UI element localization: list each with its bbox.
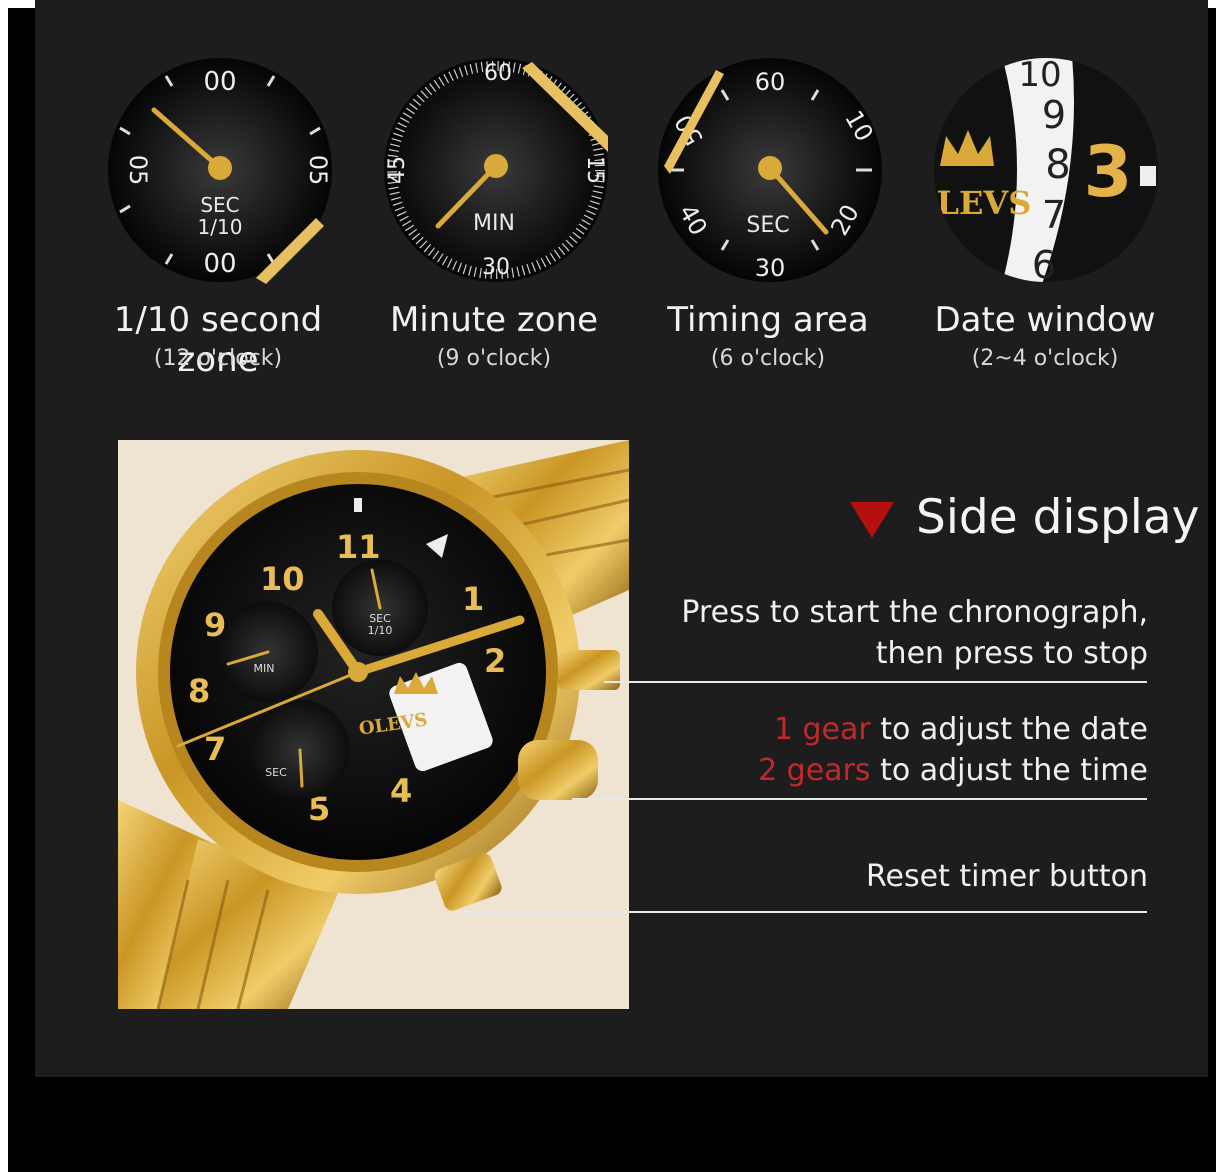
watch-sub-min: MIN — [254, 662, 275, 675]
crown-bottom-leader-line — [456, 911, 1147, 913]
dial2-min: MIN — [473, 211, 515, 236]
crown-mid-leader-line — [572, 798, 1147, 800]
watch-numeral-8: 8 — [188, 672, 210, 710]
crown-mid-gear2: 2 gears — [758, 753, 871, 788]
zone-sub-timing: (6 o'clock) — [710, 346, 826, 371]
date-num-9: 9 — [1042, 93, 1066, 137]
dial-minute: 60 15 30 45 MIN — [382, 56, 610, 284]
date-num-6: 6 — [1032, 243, 1056, 284]
date-num-8: 8 — [1045, 142, 1070, 188]
zone-sub-date: (2~4 o'clock) — [971, 346, 1119, 371]
watch-numeral-4: 4 — [390, 772, 412, 810]
brand-logo: OLEVS — [932, 184, 1031, 222]
dial1-tenth: 1/10 — [198, 215, 243, 239]
zone-title-date: Date window — [934, 300, 1156, 340]
zone-sub-minute: (9 o'clock) — [436, 346, 552, 371]
date-num-10: 10 — [1018, 56, 1061, 95]
dial3-label-30: 30 — [755, 254, 786, 282]
watch-photo: 10 11 1 2 3 4 5 7 8 9 SEC 1/10 MIN SEC — [118, 440, 629, 1009]
watch-numeral-11: 11 — [336, 528, 381, 566]
dial2-label-bottom: 30 — [482, 255, 510, 280]
zone-sub-tenth: (12 o'clock) — [153, 346, 283, 371]
dial1-label-bottom: 00 — [203, 249, 236, 279]
dial1-label-right: 05 — [304, 155, 332, 186]
dial1-sec: SEC — [200, 193, 239, 217]
watch-sub-tenth: 1/10 — [368, 624, 393, 637]
dial1-label-left: 05 — [124, 155, 152, 186]
crown-mid-line2-rest: to adjust the time — [870, 753, 1148, 788]
dial2-label-left: 45 — [385, 156, 410, 184]
dial-date: 10 9 8 7 6 3 OLEVS — [932, 56, 1160, 284]
crown-top-line2: then press to stop — [875, 636, 1148, 671]
dial-timing: 60 10 20 30 40 50 SEC — [656, 56, 884, 284]
date-num-7: 7 — [1042, 193, 1066, 237]
crown-mid-description: 1 gear to adjust the date 2 gears to adj… — [758, 709, 1148, 791]
side-display-heading: Side display — [850, 490, 1199, 545]
zone-title-minute: Minute zone — [389, 300, 599, 340]
side-display-title: Side display — [916, 490, 1200, 545]
watch-numeral-1: 1 — [462, 580, 484, 618]
crown-mid-gear1: 1 gear — [773, 712, 871, 747]
watch-numeral-2: 2 — [484, 642, 506, 680]
crown-mid-line1-rest: to adjust the date — [870, 712, 1148, 747]
crown-bottom-description: Reset timer button — [866, 859, 1148, 894]
dial3-sec: SEC — [746, 213, 789, 238]
watch-sub-sec2: SEC — [265, 766, 287, 779]
dial2-label-right: 15 — [582, 156, 607, 184]
dial-tenth-second: 00 00 05 05 SEC 1/10 — [106, 56, 334, 284]
crown-top-leader-line — [604, 681, 1147, 683]
dial3-label-60: 60 — [755, 68, 786, 96]
triangle-down-icon — [850, 501, 894, 538]
watch-numeral-10: 10 — [260, 560, 305, 598]
crown-top-line1: Press to start the chronograph, — [681, 595, 1148, 630]
numeral-3: 3 — [1084, 131, 1133, 213]
dial1-label-top: 00 — [203, 67, 236, 97]
crown-top-description: Press to start the chronograph, then pre… — [681, 592, 1148, 674]
zone-title-timing: Timing area — [667, 300, 869, 340]
dial2-label-top: 60 — [484, 61, 512, 86]
watch-numeral-7: 7 — [204, 730, 226, 768]
